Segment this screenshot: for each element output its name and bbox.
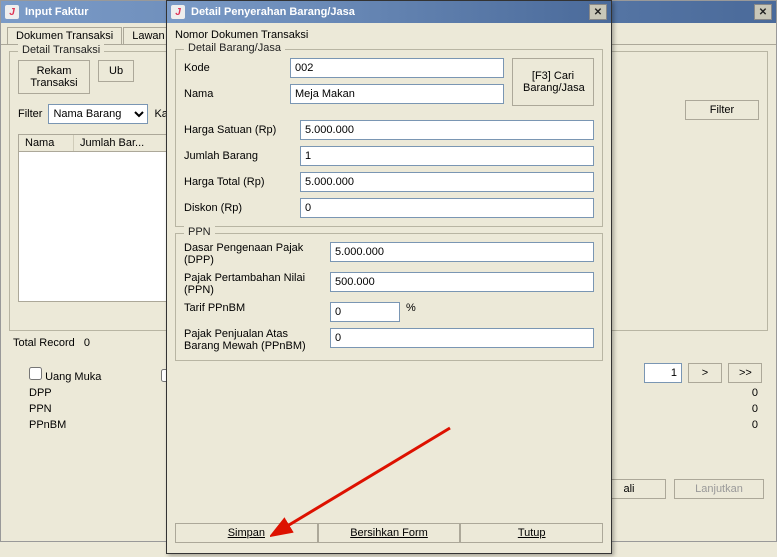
kode-label: Kode [184,62,284,74]
next-page-button[interactable]: > [688,363,722,383]
jumlah-barang-input[interactable] [300,146,594,166]
filter-select[interactable]: Nama Barang [48,104,148,124]
dpp-label: DPP [29,387,89,399]
ppn-val-label: Pajak Pertambahan Nilai (PPN) [184,272,324,296]
ppn-legend: PPN [184,226,215,238]
ppnbm-value: 0 [752,419,758,431]
lanjutkan-button[interactable]: Lanjutkan [674,479,764,499]
page-input[interactable] [644,363,682,383]
total-record-value: 0 [84,337,90,349]
col-nama[interactable]: Nama [19,135,74,151]
ppn-input[interactable] [330,272,594,292]
main-title: Input Faktur [25,6,89,18]
harga-total-input[interactable] [300,172,594,192]
detail-barang-legend: Detail Barang/Jasa [184,42,285,54]
ppn-fieldset: PPN Dasar Pengenaan Pajak (DPP) Pajak Pe… [175,233,603,361]
tab-dokumen-transaksi[interactable]: Dokumen Transaksi [7,27,122,44]
tarif-ppnbm-input[interactable] [330,302,400,322]
ppnbm-val-label: Pajak Penjualan Atas Barang Mewah (PPnBM… [184,328,324,352]
dpp-input[interactable] [330,242,594,262]
nomor-dokumen-label: Nomor Dokumen Transaksi [167,23,611,43]
percent-label: % [406,302,416,314]
col-jumlah[interactable]: Jumlah Bar... [74,135,167,151]
ppnbm-input[interactable] [330,328,594,348]
tutup-button[interactable]: Tutup [460,523,603,543]
ub-button[interactable]: Ub [98,60,134,82]
ppn-value: 0 [752,403,758,415]
diskon-input[interactable] [300,198,594,218]
uang-muka-checkbox[interactable]: Uang Muka [29,367,101,383]
table-header: Nama Jumlah Bar... [18,134,168,152]
f3-cari-button[interactable]: [F3] Cari Barang/Jasa [512,58,594,106]
java-icon: J [5,5,19,19]
dpp-value: 0 [752,387,758,399]
rekam-transaksi-button[interactable]: Rekam Transaksi [18,60,90,94]
dialog-title: Detail Penyerahan Barang/Jasa [191,6,355,18]
dialog-titlebar: J Detail Penyerahan Barang/Jasa ✕ [167,1,611,23]
filter-label: Filter [18,108,42,120]
simpan-button[interactable]: Simpan [175,523,318,543]
close-icon[interactable]: ✕ [589,4,607,20]
last-page-button[interactable]: >> [728,363,762,383]
detail-barang-fieldset: Detail Barang/Jasa Kode Nama [F3] Cari B… [175,49,603,227]
harga-satuan-label: Harga Satuan (Rp) [184,124,294,136]
diskon-label: Diskon (Rp) [184,202,294,214]
java-icon: J [171,5,185,19]
nama-label: Nama [184,88,284,100]
jumlah-barang-label: Jumlah Barang [184,150,294,162]
total-record-label: Total Record [13,337,75,349]
detail-dialog: J Detail Penyerahan Barang/Jasa ✕ Nomor … [166,0,612,554]
filter-button[interactable]: Filter [685,100,759,120]
harga-satuan-input[interactable] [300,120,594,140]
bersihkan-form-button[interactable]: Bersihkan Form [318,523,461,543]
close-icon[interactable]: ✕ [754,4,772,20]
dpp-label: Dasar Pengenaan Pajak (DPP) [184,242,324,266]
harga-total-label: Harga Total (Rp) [184,176,294,188]
tarif-ppnbm-label: Tarif PPnBM [184,302,324,314]
ppnbm-label: PPnBM [29,419,89,431]
uang-muka-check-input[interactable] [29,367,42,380]
ppn-label: PPN [29,403,89,415]
table-body [18,152,168,302]
kode-input[interactable] [290,58,504,78]
detail-transaksi-legend: Detail Transaksi [18,44,104,56]
nama-input[interactable] [290,84,504,104]
